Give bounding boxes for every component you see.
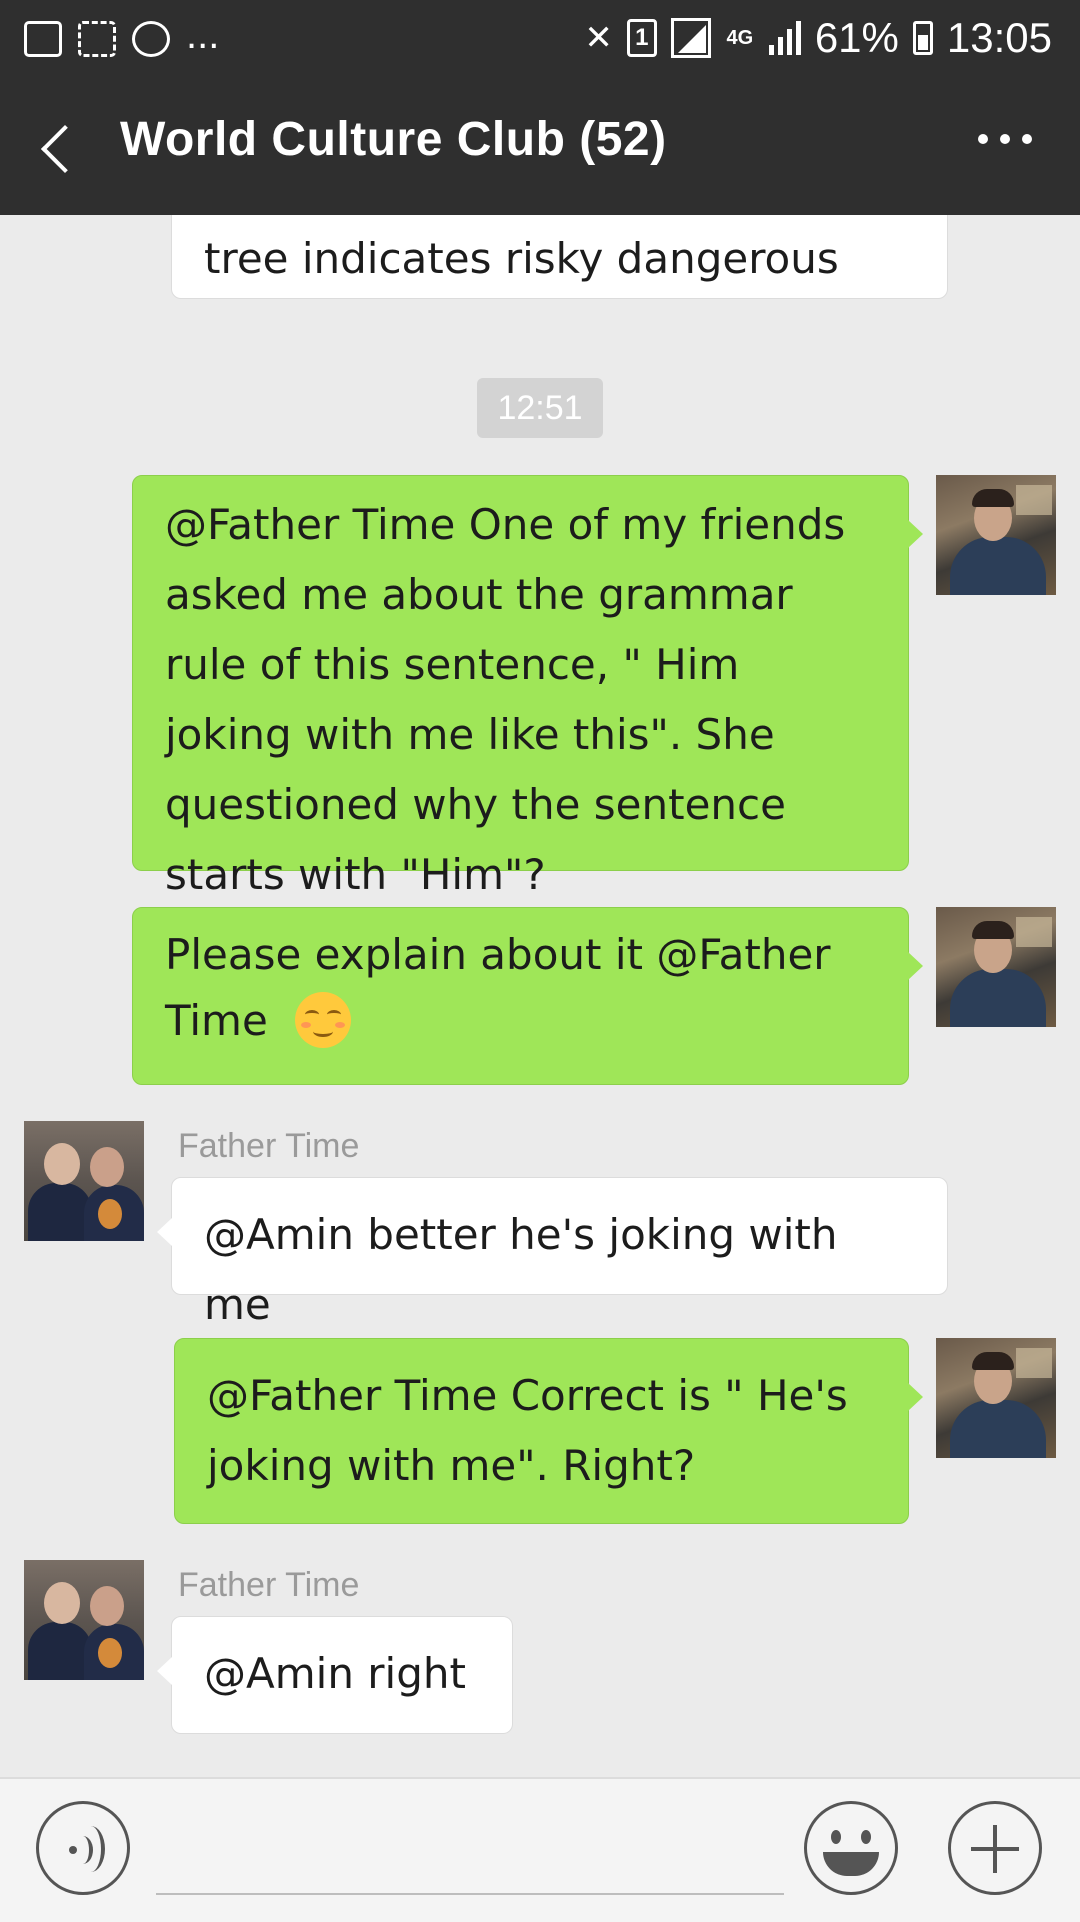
- message-text: tree indicates risky dangerous: [204, 234, 839, 283]
- message-text: Please explain about it @Father Time: [165, 930, 831, 1045]
- emoji-icon[interactable]: [804, 1801, 898, 1895]
- message-text: @Amin better he's joking with me: [204, 1210, 838, 1329]
- chat-title: World Culture Club (52): [120, 113, 667, 166]
- message-bubble-incoming[interactable]: @Amin better he's joking with me: [157, 1177, 948, 1329]
- message-bubble-outgoing[interactable]: @Father Time One of my friends asked me …: [132, 475, 923, 899]
- sim-slot-icon: 1: [626, 19, 657, 57]
- message-text: @Father Time Correct is " He's joking wi…: [207, 1371, 848, 1490]
- back-icon[interactable]: [30, 118, 90, 178]
- sender-name: Father Time: [178, 1127, 360, 1165]
- more-dots-icon[interactable]: [978, 134, 1032, 144]
- message-text: @Amin right: [204, 1649, 466, 1698]
- more-notifications: ...: [186, 13, 220, 57]
- avatar-father-time[interactable]: [24, 1121, 144, 1241]
- mute-icon: ✕: [584, 19, 613, 57]
- plus-icon[interactable]: [948, 1801, 1042, 1895]
- battery-percent: 61%: [814, 14, 899, 61]
- message-bubble-incoming[interactable]: tree indicates risky dangerous: [171, 215, 948, 299]
- title-bar: World Culture Club (52): [0, 78, 1080, 215]
- avatar-amin[interactable]: [936, 907, 1056, 1027]
- network-type: 4G: [726, 27, 754, 49]
- sender-name: Father Time: [178, 1566, 360, 1604]
- message-input[interactable]: [156, 1809, 784, 1895]
- message-text: @Father Time One of my friends asked me …: [165, 500, 846, 899]
- gallery-notification-icon: [24, 21, 62, 57]
- signal-sim2-icon: [768, 21, 801, 55]
- status-bar: ... ✕ 1 4G 61% 13:05: [0, 0, 1080, 78]
- avatar-father-time[interactable]: [24, 1560, 144, 1680]
- message-bubble-outgoing[interactable]: @Father Time Correct is " He's joking wi…: [174, 1338, 923, 1524]
- signal-sim1-icon: [670, 18, 711, 58]
- message-bubble-outgoing[interactable]: Please explain about it @Father Time: [132, 907, 923, 1085]
- avatar-amin[interactable]: [936, 475, 1056, 595]
- smiling-face-emoji: [295, 991, 352, 1048]
- clock: 13:05: [946, 14, 1052, 61]
- app-notification-icon: [132, 21, 170, 57]
- avatar-amin[interactable]: [936, 1338, 1056, 1458]
- voice-icon[interactable]: [36, 1801, 130, 1895]
- battery-icon: [912, 21, 933, 55]
- chat-area[interactable]: tree indicates risky dangerous 12:51 @Fa…: [0, 215, 1080, 1777]
- message-bubble-incoming[interactable]: @Amin right: [157, 1616, 513, 1734]
- qr-notification-icon: [78, 21, 116, 57]
- timestamp: 12:51: [477, 378, 603, 438]
- input-bar: [0, 1777, 1080, 1922]
